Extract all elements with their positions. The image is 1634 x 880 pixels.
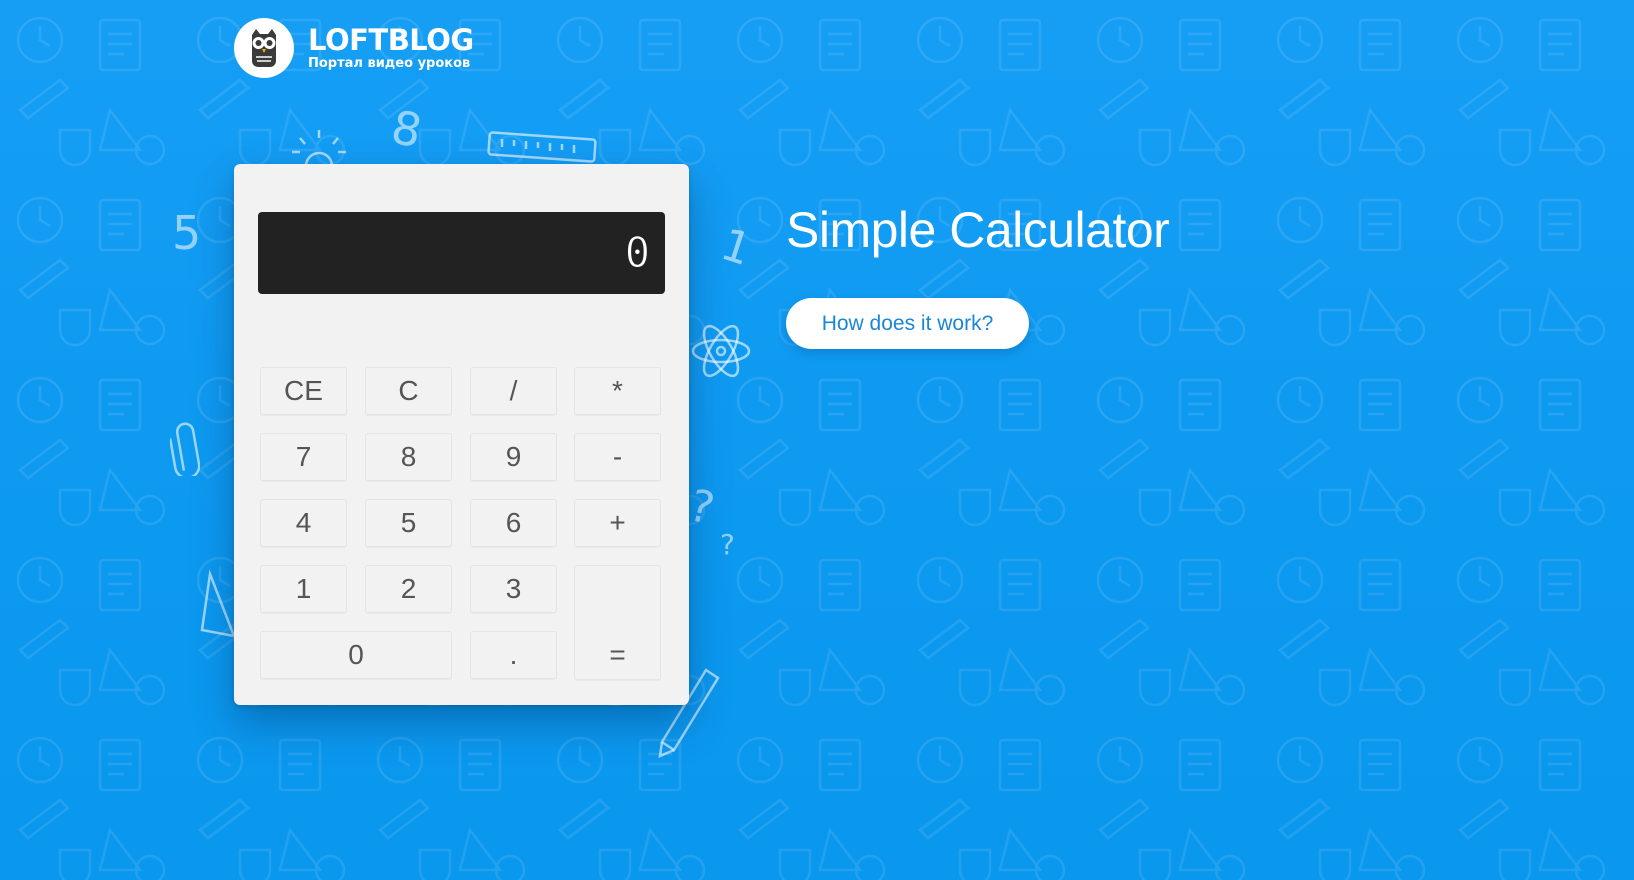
doodle-ruler-icon (487, 131, 597, 163)
logo-tagline: Портал видео уроков (308, 56, 471, 71)
doodle-lightbulb-icon (292, 130, 346, 166)
doodle-triangle-icon (200, 570, 236, 638)
key-4[interactable]: 4 (260, 499, 347, 547)
key-2[interactable]: 2 (365, 565, 452, 613)
doodle-question-mark-small: ? (720, 528, 735, 561)
logo[interactable]: LOFTBLOG Портал видео уроков (234, 18, 474, 78)
doodle-atom-icon (691, 324, 751, 378)
key-clear[interactable]: C (365, 367, 452, 415)
key-6[interactable]: 6 (470, 499, 557, 547)
key-multiply[interactable]: * (574, 367, 661, 415)
key-3[interactable]: 3 (470, 565, 557, 613)
doodle-paperclip-icon (170, 422, 200, 476)
doodle-number-eight: 8 (386, 99, 427, 159)
key-plus[interactable]: + (574, 499, 661, 547)
key-0[interactable]: 0 (260, 631, 452, 679)
owl-icon (234, 18, 294, 78)
calculator: 0 CE C / * 7 8 9 - 4 5 6 + 1 2 3 = 0 . (234, 164, 689, 705)
display-value: 0 (624, 228, 651, 277)
doodle-question-mark: ? (684, 479, 720, 536)
key-7[interactable]: 7 (260, 433, 347, 481)
calculator-display: 0 (258, 212, 665, 294)
key-decimal[interactable]: . (470, 631, 557, 679)
key-minus[interactable]: - (574, 433, 661, 481)
page-title: Simple Calculator (786, 202, 1170, 258)
key-8[interactable]: 8 (365, 433, 452, 481)
key-divide[interactable]: / (470, 367, 557, 415)
key-9[interactable]: 9 (470, 433, 557, 481)
doodle-number-one: 1 (714, 218, 758, 277)
doodle-number-five: 5 (172, 206, 202, 260)
key-1[interactable]: 1 (260, 565, 347, 613)
key-clear-entry[interactable]: CE (260, 367, 347, 415)
key-equals[interactable]: = (574, 565, 661, 680)
how-does-it-work-button[interactable]: How does it work? (786, 298, 1029, 349)
key-5[interactable]: 5 (365, 499, 452, 547)
logo-name: LOFTBLOG (308, 23, 474, 57)
